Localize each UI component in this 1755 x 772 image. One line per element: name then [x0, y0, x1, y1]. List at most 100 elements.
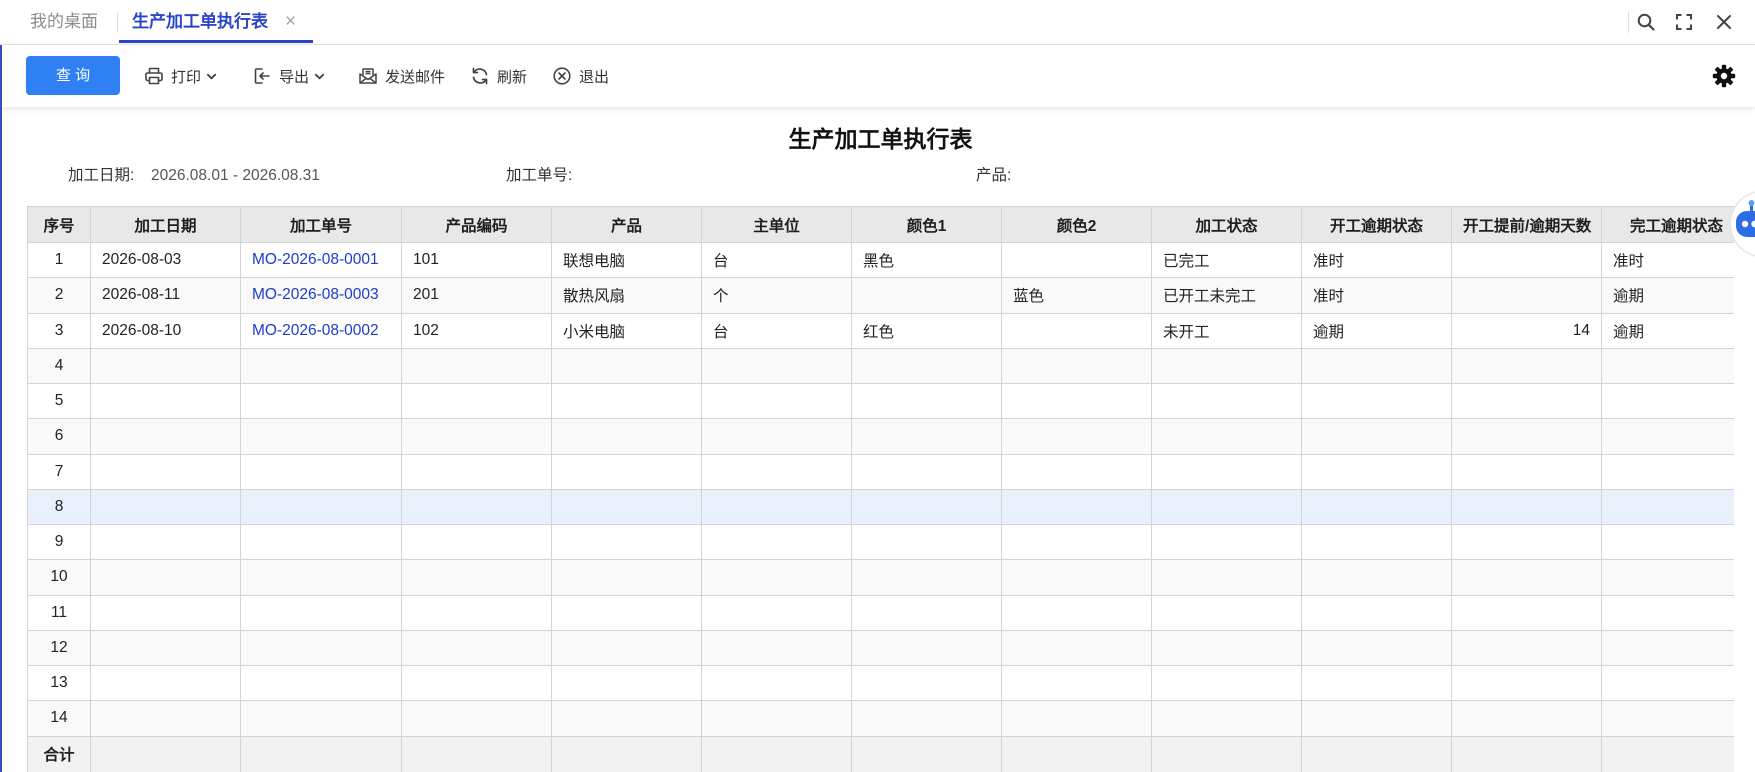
send-email-button[interactable]: 发送邮件: [358, 45, 445, 107]
cell-process-status: [1151, 629, 1302, 667]
exit-label: 退出: [579, 68, 610, 86]
total-row: 合计: [27, 735, 1734, 772]
cell-process-status: [1151, 418, 1302, 455]
gear-icon[interactable]: [1712, 64, 1736, 88]
fullscreen-icon[interactable]: [1674, 12, 1694, 32]
cell-product: [551, 594, 702, 631]
table-row[interactable]: 14: [27, 700, 1734, 737]
cell-color-2: [1001, 664, 1152, 702]
cell-process-status: [1151, 523, 1302, 561]
process-order-link[interactable]: MO-2026-08-0002: [252, 322, 379, 339]
cell-finish-overdue-status: [1601, 488, 1734, 526]
cell-start-early-overdue-days: [1451, 523, 1602, 561]
cell-start-early-overdue-days: [1451, 241, 1602, 279]
cell-finish-overdue-status: 准时: [1601, 241, 1734, 279]
cell-product-code: 101: [401, 241, 552, 279]
cell-product-code: [401, 594, 552, 631]
cell-start-early-overdue-days: [1451, 453, 1602, 490]
total-cell: [701, 735, 852, 772]
total-cell: [1301, 735, 1452, 772]
cell-start-early-overdue-days: [1451, 418, 1602, 455]
cell-process-date: [90, 453, 241, 490]
export-label: 导出: [279, 68, 310, 86]
cell-product-code: [401, 418, 552, 455]
table-row[interactable]: 8: [27, 488, 1734, 526]
cell-product-code: 102: [401, 312, 552, 349]
cell-main-unit: [701, 523, 852, 561]
cell-color-2: [1001, 629, 1152, 667]
cell-product: [551, 488, 702, 526]
cell-process-date: [90, 347, 241, 385]
cell-process-status: 已开工未完工: [1151, 277, 1302, 314]
exit-button[interactable]: 退出: [552, 45, 609, 107]
cell-color-1: [851, 664, 1002, 702]
printer-icon: [145, 67, 163, 85]
cell-color-2: [1001, 382, 1152, 420]
table-row[interactable]: 2 2026-08-11 MO-2026-08-0003 201 散热风扇个 蓝色 已开工未…: [27, 277, 1734, 314]
cell-product: [551, 700, 702, 737]
tab-bar: 我的桌面 生产加工单执行表 ×: [0, 0, 1755, 45]
process-order-link[interactable]: MO-2026-08-0003: [252, 286, 379, 303]
refresh-icon: [472, 67, 488, 85]
cell-process-order-number: MO-2026-08-0001: [240, 241, 402, 279]
print-label: 打印: [171, 68, 202, 86]
tab-close-icon[interactable]: ×: [285, 0, 296, 44]
cell-start-early-overdue-days: [1451, 700, 1602, 737]
chevron-down-icon: [314, 73, 325, 79]
robot-assistant-icon[interactable]: [1729, 190, 1755, 258]
cell-start-early-overdue-days: [1451, 559, 1602, 596]
cell-row-number: 7: [27, 453, 91, 490]
cell-color-1: 红色: [851, 312, 1002, 349]
table-row[interactable]: 4: [27, 347, 1734, 385]
table-row[interactable]: 10: [27, 559, 1734, 596]
table-row[interactable]: 5: [27, 382, 1734, 420]
table-row[interactable]: 6: [27, 418, 1734, 455]
total-cell: [1601, 735, 1734, 772]
cell-process-order-number: MO-2026-08-0002: [240, 312, 402, 349]
mail-icon: [359, 68, 377, 84]
cell-start-overdue-status: [1301, 418, 1452, 455]
table-row[interactable]: 3 2026-08-10 MO-2026-08-0002 102 小米电脑台红色 未开工逾…: [27, 312, 1734, 349]
cell-finish-overdue-status: [1601, 594, 1734, 631]
print-button[interactable]: 打印: [144, 45, 217, 107]
cell-finish-overdue-status: [1601, 664, 1734, 702]
column-header-main-unit: 主单位: [701, 206, 852, 243]
cell-color-1: [851, 488, 1002, 526]
search-icon[interactable]: [1636, 12, 1656, 32]
cell-start-overdue-status: [1301, 347, 1452, 385]
cell-row-number: 5: [27, 382, 91, 420]
cell-product-code: [401, 488, 552, 526]
tab-my-desktop[interactable]: 我的桌面: [30, 0, 98, 44]
cell-start-early-overdue-days: [1451, 382, 1602, 420]
filter-label-order-number: 加工单号:: [506, 167, 573, 184]
export-button[interactable]: 导出: [252, 45, 325, 107]
process-order-link[interactable]: MO-2026-08-0001: [252, 251, 379, 268]
cell-process-date: [90, 594, 241, 631]
table-row[interactable]: 7: [27, 453, 1734, 490]
refresh-button[interactable]: 刷新: [470, 45, 527, 107]
cell-row-number: 10: [27, 559, 91, 596]
cell-color-2: [1001, 523, 1152, 561]
table-row[interactable]: 12: [27, 629, 1734, 667]
cell-main-unit: [701, 700, 852, 737]
cell-product-code: [401, 347, 552, 385]
table-row[interactable]: 13: [27, 664, 1734, 702]
table-row[interactable]: 1 2026-08-03 MO-2026-08-0001 101 联想电脑台黑色 已完工准…: [27, 241, 1734, 279]
cell-product-code: 201: [401, 277, 552, 314]
tab-production-order-report[interactable]: 生产加工单执行表: [132, 0, 268, 44]
cell-color-1: [851, 277, 1002, 314]
query-button[interactable]: 查 询: [26, 56, 120, 95]
table-row[interactable]: 11: [27, 594, 1734, 631]
cell-process-status: [1151, 594, 1302, 631]
cell-process-order-number: [240, 418, 402, 455]
cell-process-status: 未开工: [1151, 312, 1302, 349]
cell-process-status: [1151, 382, 1302, 420]
cell-color-2: [1001, 347, 1152, 385]
cell-process-status: [1151, 559, 1302, 596]
report-title: 生产加工单执行表: [788, 126, 973, 152]
close-icon[interactable]: [1714, 12, 1734, 32]
cell-product: [551, 629, 702, 667]
table-row[interactable]: 9: [27, 523, 1734, 561]
cell-process-order-number: [240, 523, 402, 561]
column-header-start-overdue-status: 开工逾期状态: [1301, 206, 1452, 243]
